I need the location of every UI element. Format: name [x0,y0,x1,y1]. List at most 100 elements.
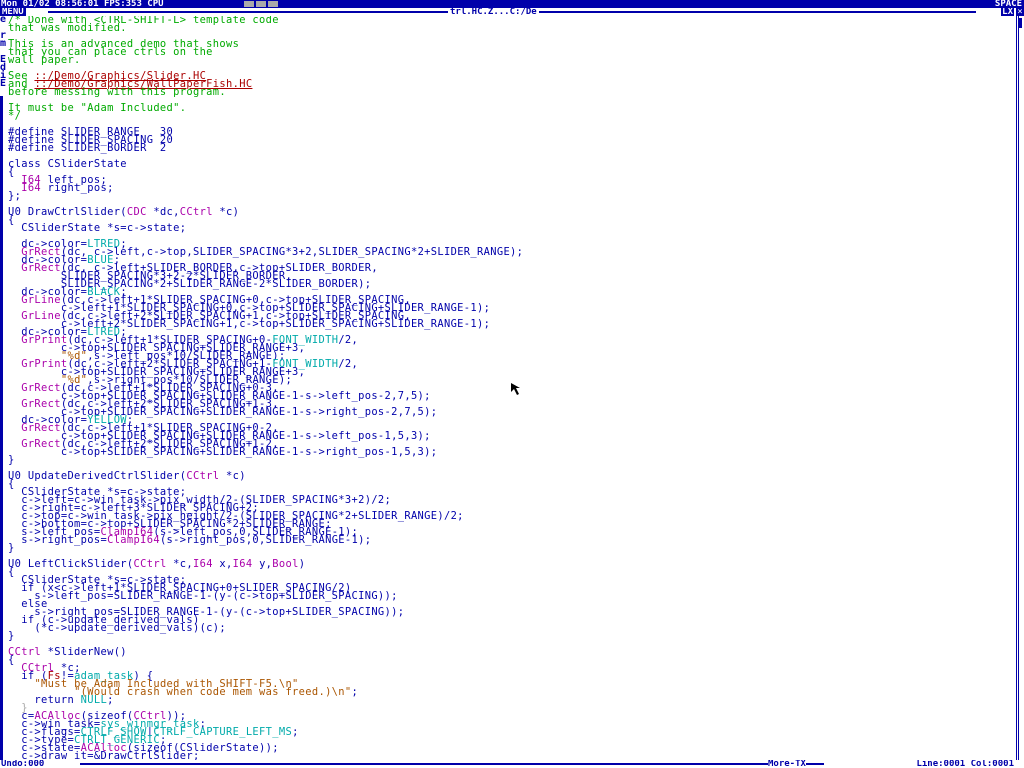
code-token: y, [252,558,273,570]
code-token: /2, [338,334,359,346]
code-token: CDC [126,206,147,218]
edge-char: m [0,38,7,49]
code-token: class CSliderState [8,158,127,170]
code-token: (dc, c->left,c->top,SLIDER_SPACING*3+2,S… [60,246,524,258]
code-line[interactable]: }; [8,190,1012,202]
cpu-bar [268,1,278,7]
code-token: Bool [272,558,299,570]
cpu-bar [244,1,254,7]
code-line[interactable]: (*c->update_derived_vals)(c); [8,622,1012,634]
code-token: U0 UpdateDerivedCtrlSlider( [8,470,187,482]
top-status-bar: Mon 01/02 08:56:01 FPS:353 CPU SPACE [0,0,1024,8]
code-line[interactable]: CSliderState *s=c->state; [8,222,1012,234]
code-token: /2, [338,358,359,370]
code-token: } [8,454,15,466]
mouse-pointer-icon [511,383,520,395]
code-token: CCtrl [133,558,167,570]
code-line[interactable]: before messing with this program. [8,86,1012,98]
code-line[interactable]: /* Done with <CTRL-SHIFT-L> template cod… [8,16,1012,25]
code-token: #define SLIDER_BORDER 2 [8,142,167,154]
code-token: } [8,630,15,642]
cpu-bar [256,1,266,7]
code-line[interactable]: U0 UpdateDerivedCtrlSlider(CCtrl *c) [8,470,1012,482]
code-token: NULL [80,694,108,706]
code-line[interactable]: I64 right_pos; [8,182,1012,194]
code-token: *SliderNew() [41,646,127,658]
code-line[interactable]: c->left+2*SLIDER_SPACING+1,c->top+SLIDER… [8,319,1012,329]
code-token: CCtrl [179,206,213,218]
code-line[interactable]: c->draw_it=&DrawCtrlSlider; [8,750,1012,760]
code-line[interactable]: SLIDER_SPACING*2+SLIDER_RANGE-2*SLIDER_B… [8,279,1012,289]
more-indicator: More-TX [768,760,806,768]
space-label: SPACE [994,0,1022,8]
code-line[interactable]: { [8,167,1012,177]
cpu-usage-bars [244,1,278,7]
window-title-bar[interactable]: MENU trl.HC.Z...C:/De LX × [0,8,1024,16]
code-token: } [8,542,15,554]
undo-counter: Undo:000 [0,760,45,768]
code-token: c->top+SLIDER_SPACING+SLIDER_RANGE-1-s->… [8,446,438,458]
code-token: CTRLF_CAPTURE_LEFT_MS [153,726,293,738]
window-title: trl.HC.Z...C:/De [448,8,539,16]
code-token: *c, [166,558,193,570]
code-token: s->left_pos=SLIDER_RANGE-1-(y-(c->top+SL… [8,590,398,602]
code-line[interactable]: It must be "Adam Included". [8,102,1012,114]
code-token: CCtrl [186,470,220,482]
code-line[interactable]: CCtrl *SliderNew() [8,646,1012,658]
scrollbar-thumb[interactable] [1019,18,1022,28]
code-token: ; [292,726,299,738]
code-token: U0 LeftClickSlider( [8,558,134,570]
code-token: I64 [21,182,42,194]
code-token: "(Would crash when code mem was freed.)\… [74,686,352,698]
code-line[interactable]: #define SLIDER_BORDER 2 [8,142,1012,154]
code-token: ) [298,558,306,570]
lx-indicator: LX [1001,8,1014,16]
code-token: before messing with this program. [8,86,226,98]
code-token: right_pos; [41,182,114,194]
bottom-bar-line [80,763,824,765]
code-token: ; [351,686,359,698]
edge-char: E [0,78,7,89]
vertical-scrollbar[interactable] [1016,16,1024,760]
code-token: that was modified. [8,22,127,34]
code-line[interactable]: that you can place ctrls on the [8,47,1012,57]
edge-char [0,88,8,96]
code-line[interactable]: c->top+SLIDER_SPACING+SLIDER_RANGE-1-s->… [8,407,1012,417]
left-window-border [0,16,3,760]
code-token: It must be "Adam Included". [8,102,187,114]
code-line[interactable]: CCtrl *c; [8,663,1012,673]
code-token: (*c->update_derived_vals)(c); [8,622,226,634]
code-line[interactable] [8,640,1012,648]
code-token: ClampI64 [107,534,160,546]
code-line[interactable]: s->right_pos=ClampI64(s->right_pos,0,SLI… [8,534,1012,546]
bottom-status-bar: Undo:000 More-TX Line:0001 Col:0001 [0,760,1024,768]
code-token: }; [8,190,22,202]
code-token: s->right_pos= [8,534,108,546]
code-line[interactable]: U0 DrawCtrlSlider(CDC *dc,CCtrl *c) [8,206,1012,218]
code-token: *dc, [146,206,180,218]
code-line[interactable]: s->left_pos=SLIDER_RANGE-1-(y-(c->top+SL… [8,590,1012,602]
code-line[interactable]: GrRect(dc, c->left,c->top,SLIDER_SPACING… [8,246,1012,258]
system-status-text: Mon 01/02 08:56:01 FPS:353 CPU [1,0,164,8]
code-token: *c) [219,470,246,482]
cursor-position: Line:0001 Col:0001 [916,760,1014,768]
code-line[interactable]: "(Would crash when code mem was freed.)\… [8,686,1012,698]
code-token: (s->right_pos,0,SLIDER_RANGE-1); [159,534,372,546]
code-line[interactable]: c->top+SLIDER_SPACING+SLIDER_RANGE-1-s->… [8,446,1012,458]
code-token: I64 [232,558,253,570]
code-line[interactable]: { [8,655,1012,665]
code-token: x, [212,558,233,570]
code-token: c->draw_it=&DrawCtrlSlider; [8,750,200,760]
code-token: wall paper. [8,54,81,66]
code-token: ; [107,694,114,706]
edge-char: e [0,14,7,25]
code-token: */ [8,110,22,122]
code-token: I64 [192,558,213,570]
code-line[interactable]: I64 left_pos; [8,175,1012,185]
code-line[interactable]: U0 LeftClickSlider(CCtrl *c,I64 x,I64 y,… [8,558,1012,570]
code-line[interactable]: class CSliderState [8,158,1012,170]
code-token: U0 DrawCtrlSlider( [8,206,127,218]
code-token: *c) [212,206,240,218]
code-token: CSliderState *s=c->state; [8,222,187,234]
close-icon[interactable]: × [1016,8,1024,16]
